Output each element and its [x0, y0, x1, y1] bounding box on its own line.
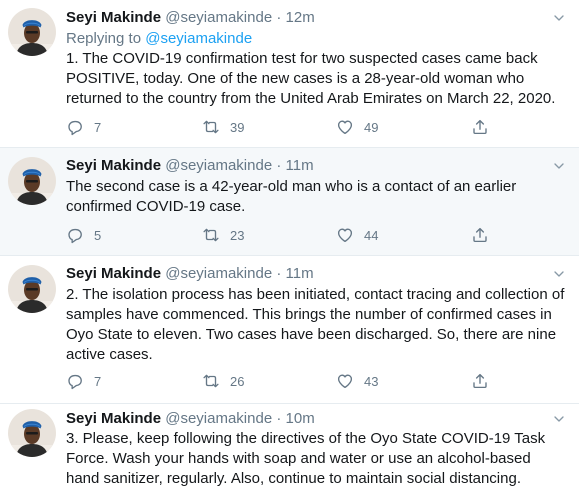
author-name[interactable]: Seyi Makinde — [66, 157, 161, 174]
reply-count: 7 — [94, 373, 102, 389]
tweet[interactable]: Seyi Makinde @seyiamakinde · 11m The sec… — [0, 148, 579, 256]
retweet-count: 26 — [230, 373, 245, 389]
heart-icon — [336, 226, 354, 244]
separator: · — [276, 265, 282, 282]
author-handle[interactable]: @seyiamakinde — [165, 157, 272, 174]
like-count: 43 — [364, 373, 379, 389]
tweet-actions: 7 39 49 — [66, 117, 506, 137]
timestamp[interactable]: 11m — [286, 157, 314, 174]
chevron-down-icon[interactable] — [551, 411, 567, 427]
chevron-down-icon[interactable] — [551, 158, 567, 174]
heart-icon — [336, 118, 354, 136]
tweet-text: 1. The COVID-19 confirmation test for tw… — [66, 50, 556, 107]
retweet-icon — [202, 118, 220, 136]
tweet[interactable]: Seyi Makinde @seyiamakinde · 10m 3. Plea… — [0, 404, 579, 494]
retweet-icon — [202, 226, 220, 244]
retweet-count: 23 — [230, 227, 245, 243]
author-handle[interactable]: @seyiamakinde — [165, 265, 272, 282]
retweet-button[interactable]: 23 — [202, 225, 244, 245]
author-handle[interactable]: @seyiamakinde — [165, 9, 272, 26]
reply-icon — [66, 118, 84, 136]
author-name[interactable]: Seyi Makinde — [66, 265, 161, 282]
tweet-text: 3. Please, keep following the directives… — [66, 430, 546, 487]
tweet-header: Seyi Makinde @seyiamakinde · 10m — [66, 409, 539, 429]
avatar[interactable] — [8, 8, 56, 56]
author-name[interactable]: Seyi Makinde — [66, 9, 161, 26]
retweet-button[interactable]: 26 — [202, 371, 244, 391]
tweet-actions: 5 23 44 — [66, 225, 506, 245]
timestamp[interactable]: 11m — [286, 265, 314, 282]
separator: · — [276, 9, 282, 26]
retweet-icon — [202, 372, 220, 390]
author-handle[interactable]: @seyiamakinde — [165, 410, 272, 427]
like-button[interactable]: 43 — [336, 371, 378, 391]
timestamp[interactable]: 10m — [286, 410, 315, 427]
tweet-text: 2. The isolation process has been initia… — [66, 286, 565, 363]
tweet-header: Seyi Makinde @seyiamakinde · 11m — [66, 156, 539, 176]
share-icon — [471, 118, 489, 136]
reply-icon — [66, 372, 84, 390]
author-name[interactable]: Seyi Makinde — [66, 410, 161, 427]
separator: · — [276, 410, 282, 427]
replying-to: Replying to @seyiamakinde — [66, 29, 252, 49]
timestamp[interactable]: 12m — [286, 9, 315, 26]
retweet-button[interactable]: 39 — [202, 117, 244, 137]
share-icon — [471, 226, 489, 244]
reply-button[interactable]: 7 — [66, 371, 101, 391]
tweet-actions: 7 26 43 — [66, 371, 506, 391]
tweet[interactable]: Seyi Makinde @seyiamakinde · 11m 2. The … — [0, 256, 579, 404]
heart-icon — [336, 372, 354, 390]
replying-prefix: Replying to — [66, 30, 142, 47]
reply-button[interactable]: 7 — [66, 117, 101, 137]
reply-icon — [66, 226, 84, 244]
like-count: 44 — [364, 227, 379, 243]
like-button[interactable]: 44 — [336, 225, 378, 245]
tweet[interactable]: Seyi Makinde @seyiamakinde · 12m Replyin… — [0, 0, 579, 148]
chevron-down-icon[interactable] — [551, 266, 567, 282]
retweet-count: 39 — [230, 119, 245, 135]
tweet-header: Seyi Makinde @seyiamakinde · 11m — [66, 264, 539, 284]
share-button[interactable] — [471, 371, 489, 391]
replying-to-link[interactable]: @seyiamakinde — [145, 30, 252, 47]
like-button[interactable]: 49 — [336, 117, 378, 137]
reply-count: 7 — [94, 119, 102, 135]
avatar[interactable] — [8, 157, 56, 205]
share-icon — [471, 372, 489, 390]
separator: · — [276, 157, 282, 174]
reply-button[interactable]: 5 — [66, 225, 101, 245]
tweet-header: Seyi Makinde @seyiamakinde · 12m — [66, 8, 539, 28]
tweet-text: The second case is a 42-year-old man who… — [66, 178, 517, 215]
avatar[interactable] — [8, 409, 56, 457]
avatar[interactable] — [8, 265, 56, 313]
like-count: 49 — [364, 119, 379, 135]
chevron-down-icon[interactable] — [551, 10, 567, 26]
share-button[interactable] — [471, 117, 489, 137]
share-button[interactable] — [471, 225, 489, 245]
reply-count: 5 — [94, 227, 102, 243]
